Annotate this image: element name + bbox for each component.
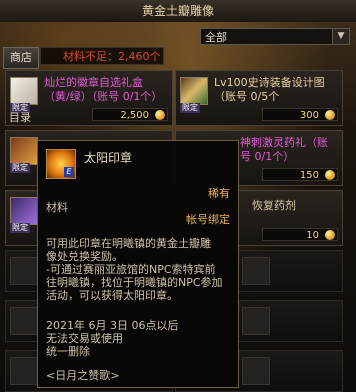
category-dropdown-value: 全部: [205, 31, 227, 44]
epic-mark-icon: E: [64, 167, 74, 177]
tooltip-expiry-line: 统一删除: [46, 345, 90, 358]
item-tooltip: E 太阳印章 稀有 材料 帐号绑定 可用此印章在明曦镇的黄金土瓣雕 像处兑换奖励…: [37, 140, 239, 388]
tooltip-expiry-line: 2021年 6月 3日 06点以后: [46, 319, 179, 332]
price-value: 2,500: [120, 110, 149, 121]
empty-slot-icon: [242, 257, 270, 285]
shop-item-1-price: 2,500: [92, 108, 168, 121]
catalog-label: 目录: [9, 111, 31, 124]
shop-item-3-name: 神刺激灵药礼（账号 0/1个）: [240, 136, 328, 163]
tooltip-desc-line: 往明曦镇，找位于明曦镇的NPC参加: [46, 276, 223, 289]
coin-icon: [325, 230, 335, 240]
price-value: 10: [306, 230, 319, 241]
shop-item-3-price: 150: [262, 168, 338, 181]
price-value: 150: [299, 170, 319, 181]
design-scroll-icon: [180, 77, 208, 105]
shop-item-4-price: 10: [262, 228, 338, 241]
empty-slot-icon: [10, 257, 38, 285]
coin-icon: [155, 110, 165, 120]
empty-slot-icon: [10, 307, 38, 335]
tooltip-description: 可用此印章在明曦镇的黄金土瓣雕 像处兑换奖励。 -可通过赛丽亚旅馆的NPC索特宾…: [46, 237, 234, 302]
tooltip-desc-line: 像处兑换奖励。: [46, 250, 123, 263]
tooltip-expiry: 2021年 6月 3日 06点以后 无法交易或使用 统一删除: [46, 319, 234, 358]
tooltip-footer: <日月之赞歌>: [46, 369, 120, 382]
tooltip-desc-line: 活动，可以获得太阳印章。: [46, 289, 178, 302]
limited-badge: 限定: [180, 103, 200, 113]
category-dropdown[interactable]: 全部 ▼: [200, 28, 350, 45]
potion-box-icon: [10, 137, 38, 165]
chevron-down-icon[interactable]: ▼: [332, 29, 349, 44]
shop-item-2-name: Lv100史诗装备设计图（账号 0/5个: [214, 76, 325, 103]
potion-icon: [10, 197, 38, 225]
shop-item-2-price: 300: [262, 108, 338, 121]
tooltip-rarity: 稀有: [208, 187, 230, 200]
empty-slot-icon: [10, 357, 38, 385]
limited-badge: 限定: [10, 223, 30, 233]
empty-slot-icon: [242, 357, 270, 385]
empty-slot-icon: [242, 307, 270, 335]
shop-item-1[interactable]: 限定 灿烂的徽章自选礼盒（黄/绿）（账号 0/1个） 目录 2,500: [5, 70, 173, 126]
shop-item-2[interactable]: 限定 Lv100史诗装备设计图（账号 0/5个 300: [175, 70, 343, 126]
material-shortage-notice: 材料不足：2,460个: [40, 47, 164, 65]
sun-seal-icon: E: [46, 149, 76, 179]
limited-badge: 限定: [10, 163, 30, 173]
shop-item-4-name: 恢复药剂: [252, 199, 296, 212]
shop-item-1-name: 灿烂的徽章自选礼盒（黄/绿）（账号 0/1个）: [44, 76, 163, 103]
coin-icon: [325, 170, 335, 180]
tooltip-title: 太阳印章: [84, 151, 133, 165]
coin-icon: [325, 110, 335, 120]
gift-box-icon: [10, 77, 38, 105]
tooltip-type: 材料: [46, 201, 68, 214]
tooltip-expiry-line: 无法交易或使用: [46, 332, 123, 345]
tooltip-desc-line: -可通过赛丽亚旅馆的NPC索特宾前: [46, 263, 216, 276]
tooltip-bind: 帐号绑定: [186, 213, 230, 226]
price-value: 300: [299, 110, 319, 121]
tab-shop[interactable]: 商店: [3, 47, 39, 69]
tooltip-desc-line: 可用此印章在明曦镇的黄金土瓣雕: [46, 237, 211, 250]
window-title: 黄金土瓣雕像: [0, 0, 356, 23]
